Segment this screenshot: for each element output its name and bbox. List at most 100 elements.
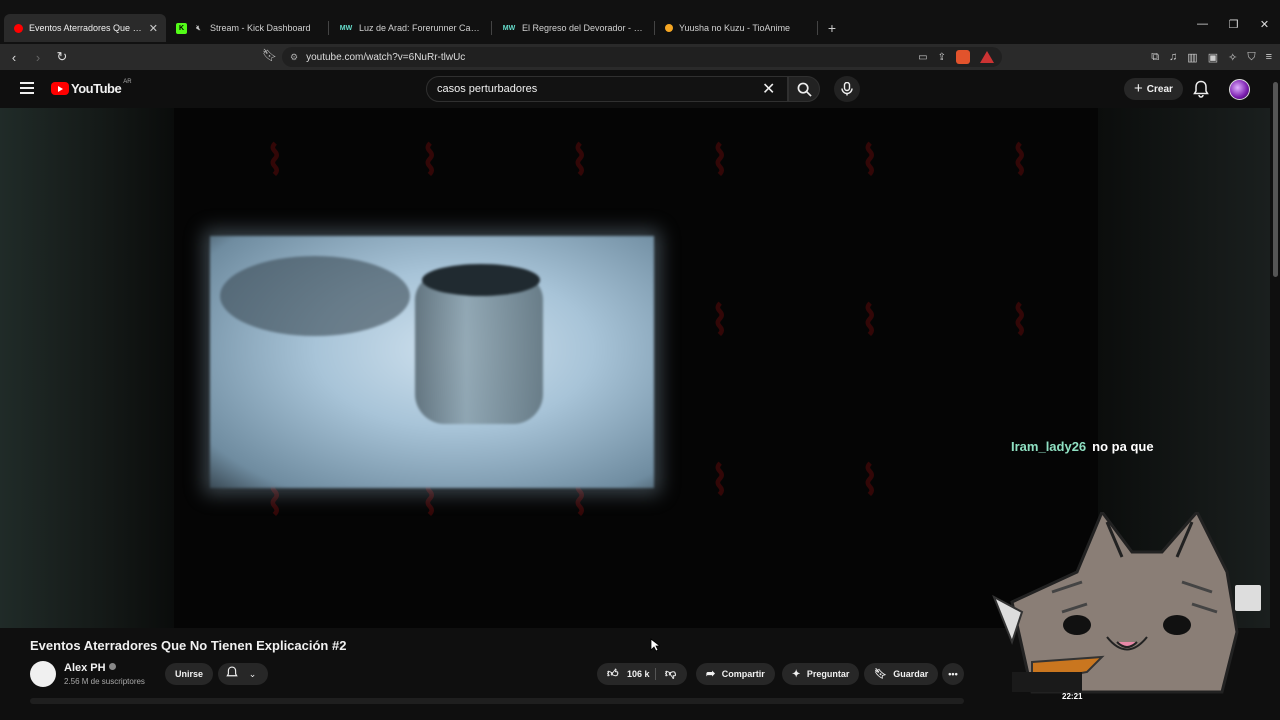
- muted-icon[interactable]: 🔇︎: [193, 23, 204, 34]
- bell-icon: [226, 666, 238, 677]
- description-preview[interactable]: [30, 698, 964, 704]
- back-icon[interactable]: ‹: [4, 50, 24, 65]
- decor-glyph: ⌇: [710, 138, 730, 184]
- leo-icon[interactable]: ✧: [1228, 51, 1237, 64]
- window-controls: — ❐ ✕: [1187, 18, 1280, 31]
- ask-button[interactable]: ✦ Preguntar: [782, 663, 860, 685]
- stream-chat-message: Iram_lady26 no pa que: [1011, 439, 1154, 454]
- bell-icon[interactable]: [1193, 80, 1209, 98]
- webcam-thumbnail: [1235, 585, 1261, 611]
- dislike-icon[interactable]: 👎︎: [665, 663, 676, 685]
- ask-label: Preguntar: [806, 669, 850, 679]
- share-label: Compartir: [721, 669, 765, 679]
- decor-glyph: ⌇: [265, 138, 285, 184]
- hamburger-icon[interactable]: [20, 82, 34, 97]
- tab-manhwa-luz[interactable]: MW Luz de Arad: Forerunner Capitulo 1 - …: [329, 14, 491, 42]
- sparkle-icon: ✦: [792, 669, 801, 680]
- voice-search-button[interactable]: [834, 76, 860, 102]
- like-divider: [655, 668, 656, 680]
- decor-glyph: ⌇: [1010, 298, 1030, 344]
- join-button[interactable]: Unirse: [165, 663, 214, 685]
- tab-label: Eventos Aterradores Que No Tienen Explic…: [29, 23, 145, 33]
- brave-shield-icon[interactable]: [956, 50, 970, 64]
- chat-text: no pa que: [1092, 439, 1154, 454]
- channel-name[interactable]: Alex PH: [64, 662, 116, 674]
- share-page-icon[interactable]: ⇪: [938, 52, 946, 63]
- verified-icon: [108, 663, 116, 670]
- notifications-button[interactable]: ⌄: [218, 663, 268, 685]
- create-button[interactable]: + Crear: [1124, 78, 1183, 100]
- youtube-logo[interactable]: YouTube AR: [51, 78, 132, 96]
- url-field[interactable]: ⚙︎ youtube.com/watch?v=6NuRr-tlwUc ▭ ⇪: [282, 47, 1002, 67]
- url-text: youtube.com/watch?v=6NuRr-tlwUc: [306, 51, 466, 63]
- browser-tab-bar: Eventos Aterradores Que No Tienen Explic…: [0, 0, 1280, 44]
- channel-avatar[interactable]: [30, 661, 56, 687]
- close-tab-icon[interactable]: ✕: [149, 22, 158, 35]
- kick-favicon-icon: K: [176, 22, 187, 34]
- decor-glyph: ⌇: [420, 138, 440, 184]
- site-settings-icon[interactable]: ⚙︎: [290, 52, 298, 63]
- tab-kick[interactable]: K 🔇︎ Stream - Kick Dashboard: [166, 14, 328, 42]
- vpn-icon[interactable]: ⛉: [1247, 51, 1255, 64]
- clear-search-icon[interactable]: ✕: [762, 79, 775, 99]
- decor-glyph: ⌇: [570, 138, 590, 184]
- tab-tioanime[interactable]: Yuusha no Kuzu - TioAnime: [655, 14, 817, 42]
- youtube-favicon-icon: [14, 23, 23, 33]
- decor-glyph: ⌇: [710, 458, 730, 504]
- bookmark-page-icon[interactable]: 🔖︎: [262, 48, 277, 62]
- tab-manhwa-devorador[interactable]: MW El Regreso del Devorador - Manhwa: [492, 14, 654, 42]
- new-tab-button[interactable]: +: [818, 14, 846, 42]
- address-bar-row: ‹ › ↻ 🔖︎ ⚙︎ youtube.com/watch?v=6NuRr-tl…: [0, 44, 1280, 70]
- country-code: AR: [123, 78, 132, 85]
- reload-icon[interactable]: ↻: [52, 49, 72, 65]
- save-button[interactable]: 🔖︎ Guardar: [864, 663, 939, 685]
- tab-youtube[interactable]: Eventos Aterradores Que No Tienen Explic…: [4, 14, 166, 42]
- share-icon: ➦: [706, 668, 716, 680]
- youtube-header: YouTube AR casos perturbadores ✕ + Crear: [0, 70, 1280, 108]
- plus-icon: +: [1134, 80, 1143, 97]
- tab-label: El Regreso del Devorador - Manhwa: [522, 23, 646, 33]
- save-label: Guardar: [893, 669, 929, 679]
- menu-icon[interactable]: ≡: [1266, 51, 1272, 64]
- manhwa-favicon-icon: MW: [502, 24, 516, 32]
- overlay-timer: 22:21: [1062, 692, 1083, 701]
- url-actions: ▭ ⇪: [918, 50, 994, 64]
- jar-lid: [422, 264, 540, 296]
- tab-label: Luz de Arad: Forerunner Capitulo 1 - Man…: [359, 23, 483, 33]
- brave-rewards-icon[interactable]: [980, 51, 994, 63]
- decor-glyph: ⌇: [860, 458, 880, 504]
- forward-icon[interactable]: ›: [28, 50, 48, 65]
- account-avatar[interactable]: [1229, 79, 1250, 100]
- sidebar-icon[interactable]: ▥: [1187, 51, 1197, 64]
- page-scrollbar[interactable]: [1273, 82, 1278, 277]
- manhwa-favicon-icon: MW: [339, 24, 353, 32]
- mic-icon: [841, 82, 853, 96]
- bookmark-icon: 🔖︎: [874, 669, 887, 680]
- mouse-cursor-icon: [650, 638, 660, 652]
- cast-icon[interactable]: ▭: [918, 52, 927, 63]
- decor-glyph: ⌇: [860, 138, 880, 184]
- like-icon: 👍︎: [607, 668, 619, 680]
- restore-icon[interactable]: ❐: [1218, 18, 1249, 31]
- like-button[interactable]: 👍︎ 106 k 👎︎: [597, 663, 687, 685]
- blurred-object: [220, 256, 410, 336]
- minimize-icon[interactable]: —: [1187, 18, 1218, 31]
- close-window-icon[interactable]: ✕: [1249, 18, 1280, 31]
- wallet-icon[interactable]: ▣: [1208, 51, 1218, 64]
- extensions-toolbar: ⧉ ♫ ▥ ▣ ✧ ⛉ ≡: [1151, 51, 1272, 64]
- video-left-panel: [0, 108, 174, 628]
- chat-username: Iram_lady26: [1011, 439, 1087, 454]
- cat-avatar-overlay: [992, 512, 1239, 694]
- screenshot-icon[interactable]: ⧉: [1151, 51, 1159, 64]
- more-icon[interactable]: •••: [942, 663, 964, 685]
- subscriber-count: 2.56 M de suscriptores: [64, 677, 145, 686]
- create-label: Crear: [1146, 84, 1173, 95]
- decor-glyph: ⌇: [1010, 138, 1030, 184]
- decor-glyph: ⌇: [860, 298, 880, 344]
- video-title: Eventos Aterradores Que No Tienen Explic…: [30, 638, 347, 653]
- share-button[interactable]: ➦ Compartir: [696, 663, 775, 685]
- search-icon: [797, 82, 812, 97]
- search-input[interactable]: casos perturbadores: [426, 76, 788, 102]
- media-icon[interactable]: ♫: [1169, 51, 1177, 64]
- search-button[interactable]: [788, 76, 820, 102]
